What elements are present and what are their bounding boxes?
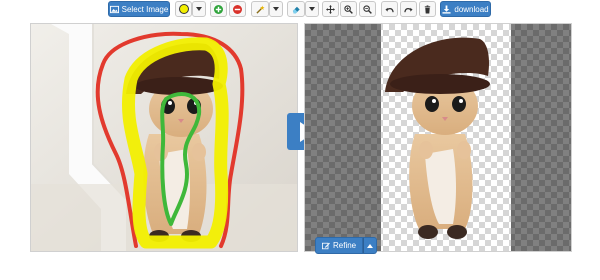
brush-color-dropdown[interactable] bbox=[192, 1, 206, 17]
zoom-out-icon bbox=[363, 4, 372, 14]
refine-label: Refine bbox=[333, 241, 357, 250]
add-region-button[interactable] bbox=[210, 1, 227, 17]
source-photo bbox=[31, 24, 297, 251]
chevron-down-icon bbox=[273, 7, 279, 11]
brush-color-button[interactable] bbox=[175, 1, 192, 17]
redo-icon bbox=[404, 7, 413, 12]
eraser-button[interactable] bbox=[287, 1, 305, 17]
magic-wand-icon bbox=[255, 4, 265, 14]
remove-region-button[interactable] bbox=[229, 1, 246, 17]
undo-button[interactable] bbox=[381, 1, 398, 17]
brush-color-icon bbox=[178, 4, 189, 14]
refine-button-group: Refine bbox=[315, 237, 378, 254]
magic-wand-button[interactable] bbox=[251, 1, 269, 17]
eraser-dropdown[interactable] bbox=[305, 1, 319, 17]
select-image-button[interactable]: Select Image bbox=[108, 1, 170, 17]
editor-canvas[interactable] bbox=[30, 23, 298, 252]
magic-wand-dropdown[interactable] bbox=[269, 1, 283, 17]
remove-icon bbox=[233, 4, 242, 14]
chevron-up-icon bbox=[367, 243, 374, 248]
select-image-label: Select Image bbox=[121, 4, 169, 14]
eraser-icon bbox=[292, 6, 300, 14]
trash-icon bbox=[424, 4, 431, 14]
refine-dropdown[interactable] bbox=[363, 237, 378, 254]
zoom-in-button[interactable] bbox=[340, 1, 357, 17]
add-icon bbox=[214, 4, 223, 14]
move-icon bbox=[326, 4, 335, 14]
zoom-in-icon bbox=[344, 4, 353, 14]
result-preview bbox=[305, 24, 571, 251]
chevron-down-icon bbox=[309, 7, 315, 11]
download-icon bbox=[442, 4, 451, 14]
edit-icon bbox=[322, 242, 330, 249]
delete-button[interactable] bbox=[419, 1, 436, 17]
image-icon bbox=[109, 5, 119, 13]
chevron-down-icon bbox=[196, 7, 202, 11]
move-button[interactable] bbox=[322, 1, 339, 17]
download-button[interactable]: download bbox=[440, 1, 491, 17]
undo-icon bbox=[385, 7, 394, 12]
zoom-out-button[interactable] bbox=[359, 1, 376, 17]
result-canvas[interactable] bbox=[304, 23, 572, 252]
download-label: download bbox=[454, 4, 489, 14]
redo-button[interactable] bbox=[400, 1, 417, 17]
refine-button[interactable]: Refine bbox=[315, 237, 364, 254]
toolbar: Select Image download bbox=[0, 0, 600, 18]
